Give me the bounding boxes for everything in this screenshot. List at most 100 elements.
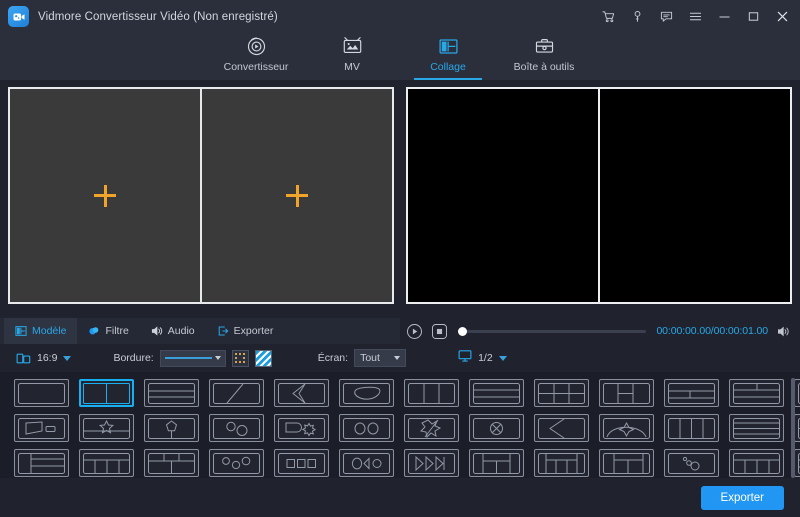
chevron-down-icon[interactable] <box>63 356 71 361</box>
tpl-single[interactable] <box>14 379 69 407</box>
timecode-display: 00:00:00.00/00:00:01.00 <box>656 325 768 337</box>
page-value: 1/2 <box>478 352 493 364</box>
screen-dropdown[interactable]: Tout <box>354 349 406 367</box>
tpl-three-columns[interactable] <box>404 379 459 407</box>
tpl-bridge-two[interactable] <box>469 449 524 477</box>
tpl-top-three-bottom[interactable] <box>79 449 134 477</box>
tab-audio[interactable]: Audio <box>140 318 206 344</box>
tab-exporter[interactable]: Exporter <box>206 318 285 344</box>
nav-item-boite-a-outils[interactable]: Boîte à outils <box>496 33 592 80</box>
convert-icon <box>246 34 267 58</box>
tpl-bridge-wide[interactable] <box>599 449 654 477</box>
tpl-arrow-left[interactable] <box>534 414 589 442</box>
tpl-two-horizontal-offset[interactable] <box>144 379 199 407</box>
tpl-star-band[interactable] <box>79 414 134 442</box>
tpl-two-ovals[interactable] <box>339 414 394 442</box>
media-drop-cell-2[interactable] <box>200 89 392 302</box>
tpl-splash[interactable] <box>404 414 459 442</box>
screen-control: Écran: Tout <box>318 349 406 367</box>
border-color-swatch[interactable] <box>232 350 249 367</box>
tpl-left-bar-rows[interactable] <box>14 449 69 477</box>
editor-tabs: Modèle Filtre <box>0 318 400 344</box>
stop-icon[interactable] <box>431 323 448 340</box>
aspect-ratio-icon <box>16 351 31 366</box>
nav-item-collage[interactable]: Collage <box>400 33 496 80</box>
title-bar: Vidmore Convertisseur Vidéo (Non enregis… <box>0 0 800 33</box>
border-width-preview <box>165 357 212 359</box>
audio-icon <box>151 325 163 337</box>
tpl-top-two-bottom[interactable] <box>144 449 199 477</box>
tpl-four-columns[interactable] <box>664 414 719 442</box>
tpl-top-row-three[interactable] <box>729 449 784 477</box>
filter-icon <box>88 325 100 337</box>
tpl-arc-diamond[interactable] <box>599 414 654 442</box>
plus-icon <box>286 185 308 207</box>
seek-bar[interactable] <box>458 325 646 338</box>
playback-controls: 00:00:00.00/00:00:01.00 <box>400 318 800 344</box>
tpl-two-vertical[interactable] <box>79 379 134 407</box>
tpl-diagonal[interactable] <box>209 379 264 407</box>
tpl-left-two-right[interactable] <box>534 379 589 407</box>
aspect-ratio-control[interactable]: 16:9 <box>16 351 71 366</box>
tpl-bottom-two-top[interactable] <box>729 379 784 407</box>
editor-row <box>0 80 800 318</box>
tpl-pentagon[interactable] <box>144 414 199 442</box>
tpl-arrow-notch[interactable] <box>274 379 329 407</box>
chevron-down-icon <box>394 356 400 360</box>
template-scrollbar[interactable] <box>791 378 795 478</box>
tab-modele[interactable]: Modèle <box>4 318 77 344</box>
border-pattern-swatch[interactable] <box>255 350 272 367</box>
template-grid-area <box>0 372 800 478</box>
cart-icon[interactable] <box>601 9 616 24</box>
tpl-three-squares[interactable] <box>274 449 329 477</box>
tpl-tag-sun[interactable] <box>274 414 329 442</box>
screen-label: Écran: <box>318 352 348 364</box>
tpl-three-circles[interactable] <box>209 449 264 477</box>
tpl-three-rows[interactable] <box>469 379 524 407</box>
collage-icon <box>438 34 459 58</box>
feedback-icon[interactable] <box>659 9 674 24</box>
nav-item-convertisseur[interactable]: Convertisseur <box>208 33 304 80</box>
tpl-flag-small[interactable] <box>14 414 69 442</box>
window-controls <box>601 9 792 24</box>
tpl-cross-circle[interactable] <box>469 414 524 442</box>
border-control: Bordure: <box>113 350 271 367</box>
main-navigation: Convertisseur MV Collage <box>0 33 800 80</box>
tpl-top-bottom-split[interactable] <box>664 379 719 407</box>
footer-bar: Exporter <box>0 478 800 517</box>
template-row <box>14 449 786 477</box>
play-icon[interactable] <box>406 323 423 340</box>
close-icon[interactable] <box>775 9 790 24</box>
monitor-icon <box>458 349 472 368</box>
tpl-circle-tri-circle[interactable] <box>339 449 394 477</box>
mv-icon <box>342 34 363 58</box>
tpl-left-split-right[interactable] <box>599 379 654 407</box>
volume-icon[interactable] <box>776 324 792 338</box>
body-area: Modèle Filtre <box>0 80 800 517</box>
preview-canvas <box>406 87 792 304</box>
toolbox-icon <box>534 34 555 58</box>
tpl-four-rows[interactable] <box>729 414 784 442</box>
tab-filtre[interactable]: Filtre <box>77 318 139 344</box>
preview-cell-1 <box>408 89 598 302</box>
nav-label: Convertisseur <box>224 61 289 73</box>
minimize-icon[interactable] <box>717 9 732 24</box>
media-drop-cell-1[interactable] <box>10 89 200 302</box>
aspect-ratio-value: 16:9 <box>37 352 57 364</box>
tpl-two-circles-sm[interactable] <box>209 414 264 442</box>
maximize-icon[interactable] <box>746 9 761 24</box>
tpl-three-arrows[interactable] <box>404 449 459 477</box>
page-indicator[interactable]: 1/2 <box>458 349 507 368</box>
tpl-bridge-three[interactable] <box>534 449 589 477</box>
key-icon[interactable] <box>630 9 645 24</box>
menu-icon[interactable] <box>688 9 703 24</box>
chevron-down-icon[interactable] <box>499 356 507 361</box>
tpl-rounded-shape[interactable] <box>339 379 394 407</box>
tabs-player-strip: Modèle Filtre <box>0 318 800 344</box>
nav-item-mv[interactable]: MV <box>304 33 400 80</box>
export-button[interactable]: Exporter <box>701 486 784 510</box>
preview-pane <box>400 80 800 318</box>
border-width-dropdown[interactable] <box>160 350 226 367</box>
tpl-bubbles[interactable] <box>664 449 719 477</box>
seek-handle[interactable] <box>458 327 467 336</box>
